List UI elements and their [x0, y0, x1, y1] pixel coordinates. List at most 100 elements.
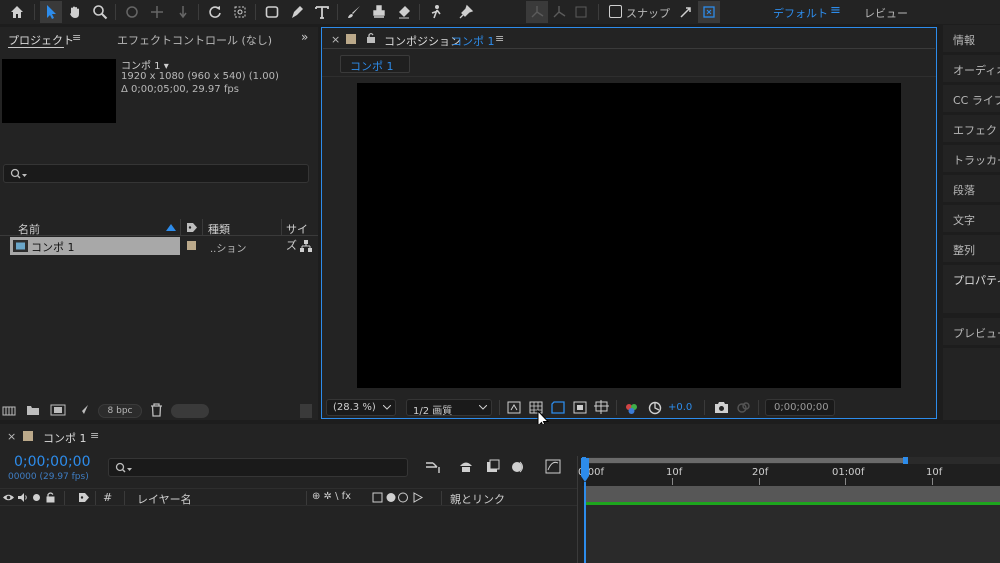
pan-tool-icon[interactable] — [146, 1, 168, 23]
lock-icon[interactable] — [366, 32, 376, 44]
search-icon — [115, 462, 132, 473]
work-area-bar[interactable] — [582, 457, 1000, 464]
label-tag-icon[interactable] — [78, 492, 90, 503]
timeline-tab[interactable]: コンポ 1 — [43, 430, 87, 446]
shy-layers-icon[interactable] — [458, 459, 474, 474]
lock-icon[interactable] — [46, 492, 55, 503]
label-tag-icon[interactable] — [186, 222, 198, 233]
motion-blur-icon[interactable] — [511, 459, 527, 474]
frame-blending-icon[interactable] — [485, 459, 501, 474]
render-queue-icon[interactable] — [76, 404, 90, 416]
snap-checkbox[interactable] — [609, 5, 622, 18]
interpret-footage-icon[interactable] — [2, 405, 18, 417]
project-scrollbar[interactable] — [300, 404, 312, 418]
panel-effects-presets[interactable]: エフェクト&プリセット — [943, 115, 1000, 142]
panel-paragraph[interactable]: 段落 — [943, 175, 1000, 202]
zoom-tool-icon[interactable] — [89, 1, 111, 23]
snapshot-camera-icon[interactable] — [714, 401, 729, 414]
graph-editor-icon[interactable] — [545, 459, 561, 474]
clone-stamp-tool-icon[interactable] — [368, 1, 390, 23]
dolly-tool-icon[interactable] — [172, 1, 194, 23]
project-menu-icon[interactable]: ≡ — [72, 31, 81, 44]
comp-duration-bar[interactable] — [585, 486, 1000, 502]
snap-options-icon[interactable] — [675, 1, 697, 23]
anchor-tool-icon[interactable] — [229, 1, 251, 23]
channel-icon[interactable] — [625, 402, 639, 415]
grid-guides-icon[interactable] — [594, 400, 610, 415]
eraser-tool-icon[interactable] — [393, 1, 415, 23]
composition-canvas[interactable] — [357, 83, 901, 388]
col-parent-link[interactable]: 親とリンク — [450, 491, 505, 507]
panel-preview[interactable]: プレビュー — [943, 318, 1000, 345]
reset-exposure-icon[interactable] — [648, 401, 662, 415]
project-search-input[interactable] — [3, 164, 309, 183]
tab-project[interactable]: プロジェクト — [8, 32, 74, 48]
fast-preview-icon[interactable] — [507, 401, 521, 414]
tab-effect-controls[interactable]: エフェクトコントロール (なし) — [117, 32, 272, 48]
workspace-menu-icon[interactable]: ≡ — [830, 3, 841, 18]
workspace-review[interactable]: レビュー — [864, 5, 908, 21]
mask-visibility-icon[interactable] — [551, 401, 565, 414]
panel-info[interactable]: 情報 — [943, 25, 1000, 52]
layer-track-area[interactable] — [585, 505, 1000, 563]
comp-thumbnail — [2, 59, 116, 123]
hand-tool-icon[interactable] — [64, 1, 86, 23]
col-name[interactable]: 名前 — [18, 221, 40, 237]
local-axis-icon[interactable] — [526, 1, 548, 23]
expand-panels-icon[interactable]: » — [301, 30, 308, 44]
snap-target-icon[interactable] — [698, 1, 720, 23]
comp-title-name[interactable]: コンポ 1 — [451, 33, 495, 49]
sort-ascending-icon[interactable] — [166, 224, 176, 231]
comp-mini-flowchart-icon[interactable] — [425, 460, 441, 474]
new-composition-icon[interactable] — [50, 404, 66, 416]
panel-tracker[interactable]: トラッカー — [943, 145, 1000, 172]
panel-properties[interactable]: プロパティ — [943, 265, 1000, 313]
zoom-dropdown[interactable]: (28.3 %) — [326, 399, 396, 416]
current-timecode[interactable]: 0;00;00;00 — [14, 454, 91, 470]
panel-character[interactable]: 文字 — [943, 205, 1000, 232]
selection-tool-icon[interactable] — [40, 1, 62, 23]
roto-brush-tool-icon[interactable] — [425, 1, 447, 23]
close-panel-icon[interactable]: × — [331, 33, 340, 46]
thumbnail-size-slider[interactable] — [171, 404, 209, 418]
text-tool-icon[interactable] — [311, 1, 333, 23]
brush-tool-icon[interactable] — [343, 1, 365, 23]
col-type[interactable]: 種類 — [208, 221, 230, 237]
item-name[interactable]: コンポ 1 ▾ — [121, 57, 169, 72]
flowchart-icon[interactable] — [300, 240, 312, 252]
panel-cc-libraries[interactable]: CC ライブラリ — [943, 85, 1000, 112]
time-ruler[interactable]: 0:00f 10f 20f 01:00f 10f — [578, 464, 1000, 486]
comp-menu-icon[interactable]: ≡ — [495, 32, 504, 45]
new-folder-icon[interactable] — [26, 404, 40, 416]
pen-tool-icon[interactable] — [286, 1, 308, 23]
work-area-end[interactable] — [903, 457, 908, 464]
home-icon[interactable] — [6, 1, 28, 23]
panel-align[interactable]: 整列 — [943, 235, 1000, 262]
workspace-default[interactable]: デフォルト — [773, 5, 828, 21]
solo-icon[interactable] — [33, 494, 40, 501]
label-color-swatch[interactable] — [187, 241, 196, 250]
eye-icon[interactable] — [3, 493, 14, 502]
show-snapshot-icon[interactable] — [736, 401, 751, 414]
audio-icon[interactable] — [17, 492, 28, 503]
rotate-tool-icon[interactable] — [204, 1, 226, 23]
comp-breadcrumb[interactable]: コンポ 1 — [340, 55, 410, 73]
view-axis-icon[interactable] — [570, 1, 592, 23]
trash-icon[interactable] — [150, 403, 163, 417]
exposure-value[interactable]: +0.0 — [668, 402, 692, 413]
col-layer-name[interactable]: レイヤー名 — [137, 491, 192, 507]
timeline-menu-icon[interactable]: ≡ — [90, 429, 99, 442]
viewer-timecode[interactable]: 0;00;00;00 — [765, 399, 835, 416]
puppet-pin-tool-icon[interactable] — [455, 1, 477, 23]
bpc-button[interactable]: 8 bpc — [98, 404, 142, 418]
timeline-search-input[interactable] — [108, 458, 408, 477]
region-of-interest-icon[interactable] — [573, 401, 587, 414]
world-axis-icon[interactable] — [548, 1, 570, 23]
project-item-row[interactable]: コンポ 1 ..ション — [0, 237, 318, 255]
panel-audio[interactable]: オーディオ — [943, 55, 1000, 82]
timeline-close-icon[interactable]: × — [7, 430, 16, 443]
resolution-dropdown[interactable]: 1/2 画質 — [406, 399, 492, 417]
shape-tool-icon[interactable] — [261, 1, 283, 23]
playhead-line[interactable] — [584, 482, 586, 563]
orbit-tool-icon[interactable] — [121, 1, 143, 23]
